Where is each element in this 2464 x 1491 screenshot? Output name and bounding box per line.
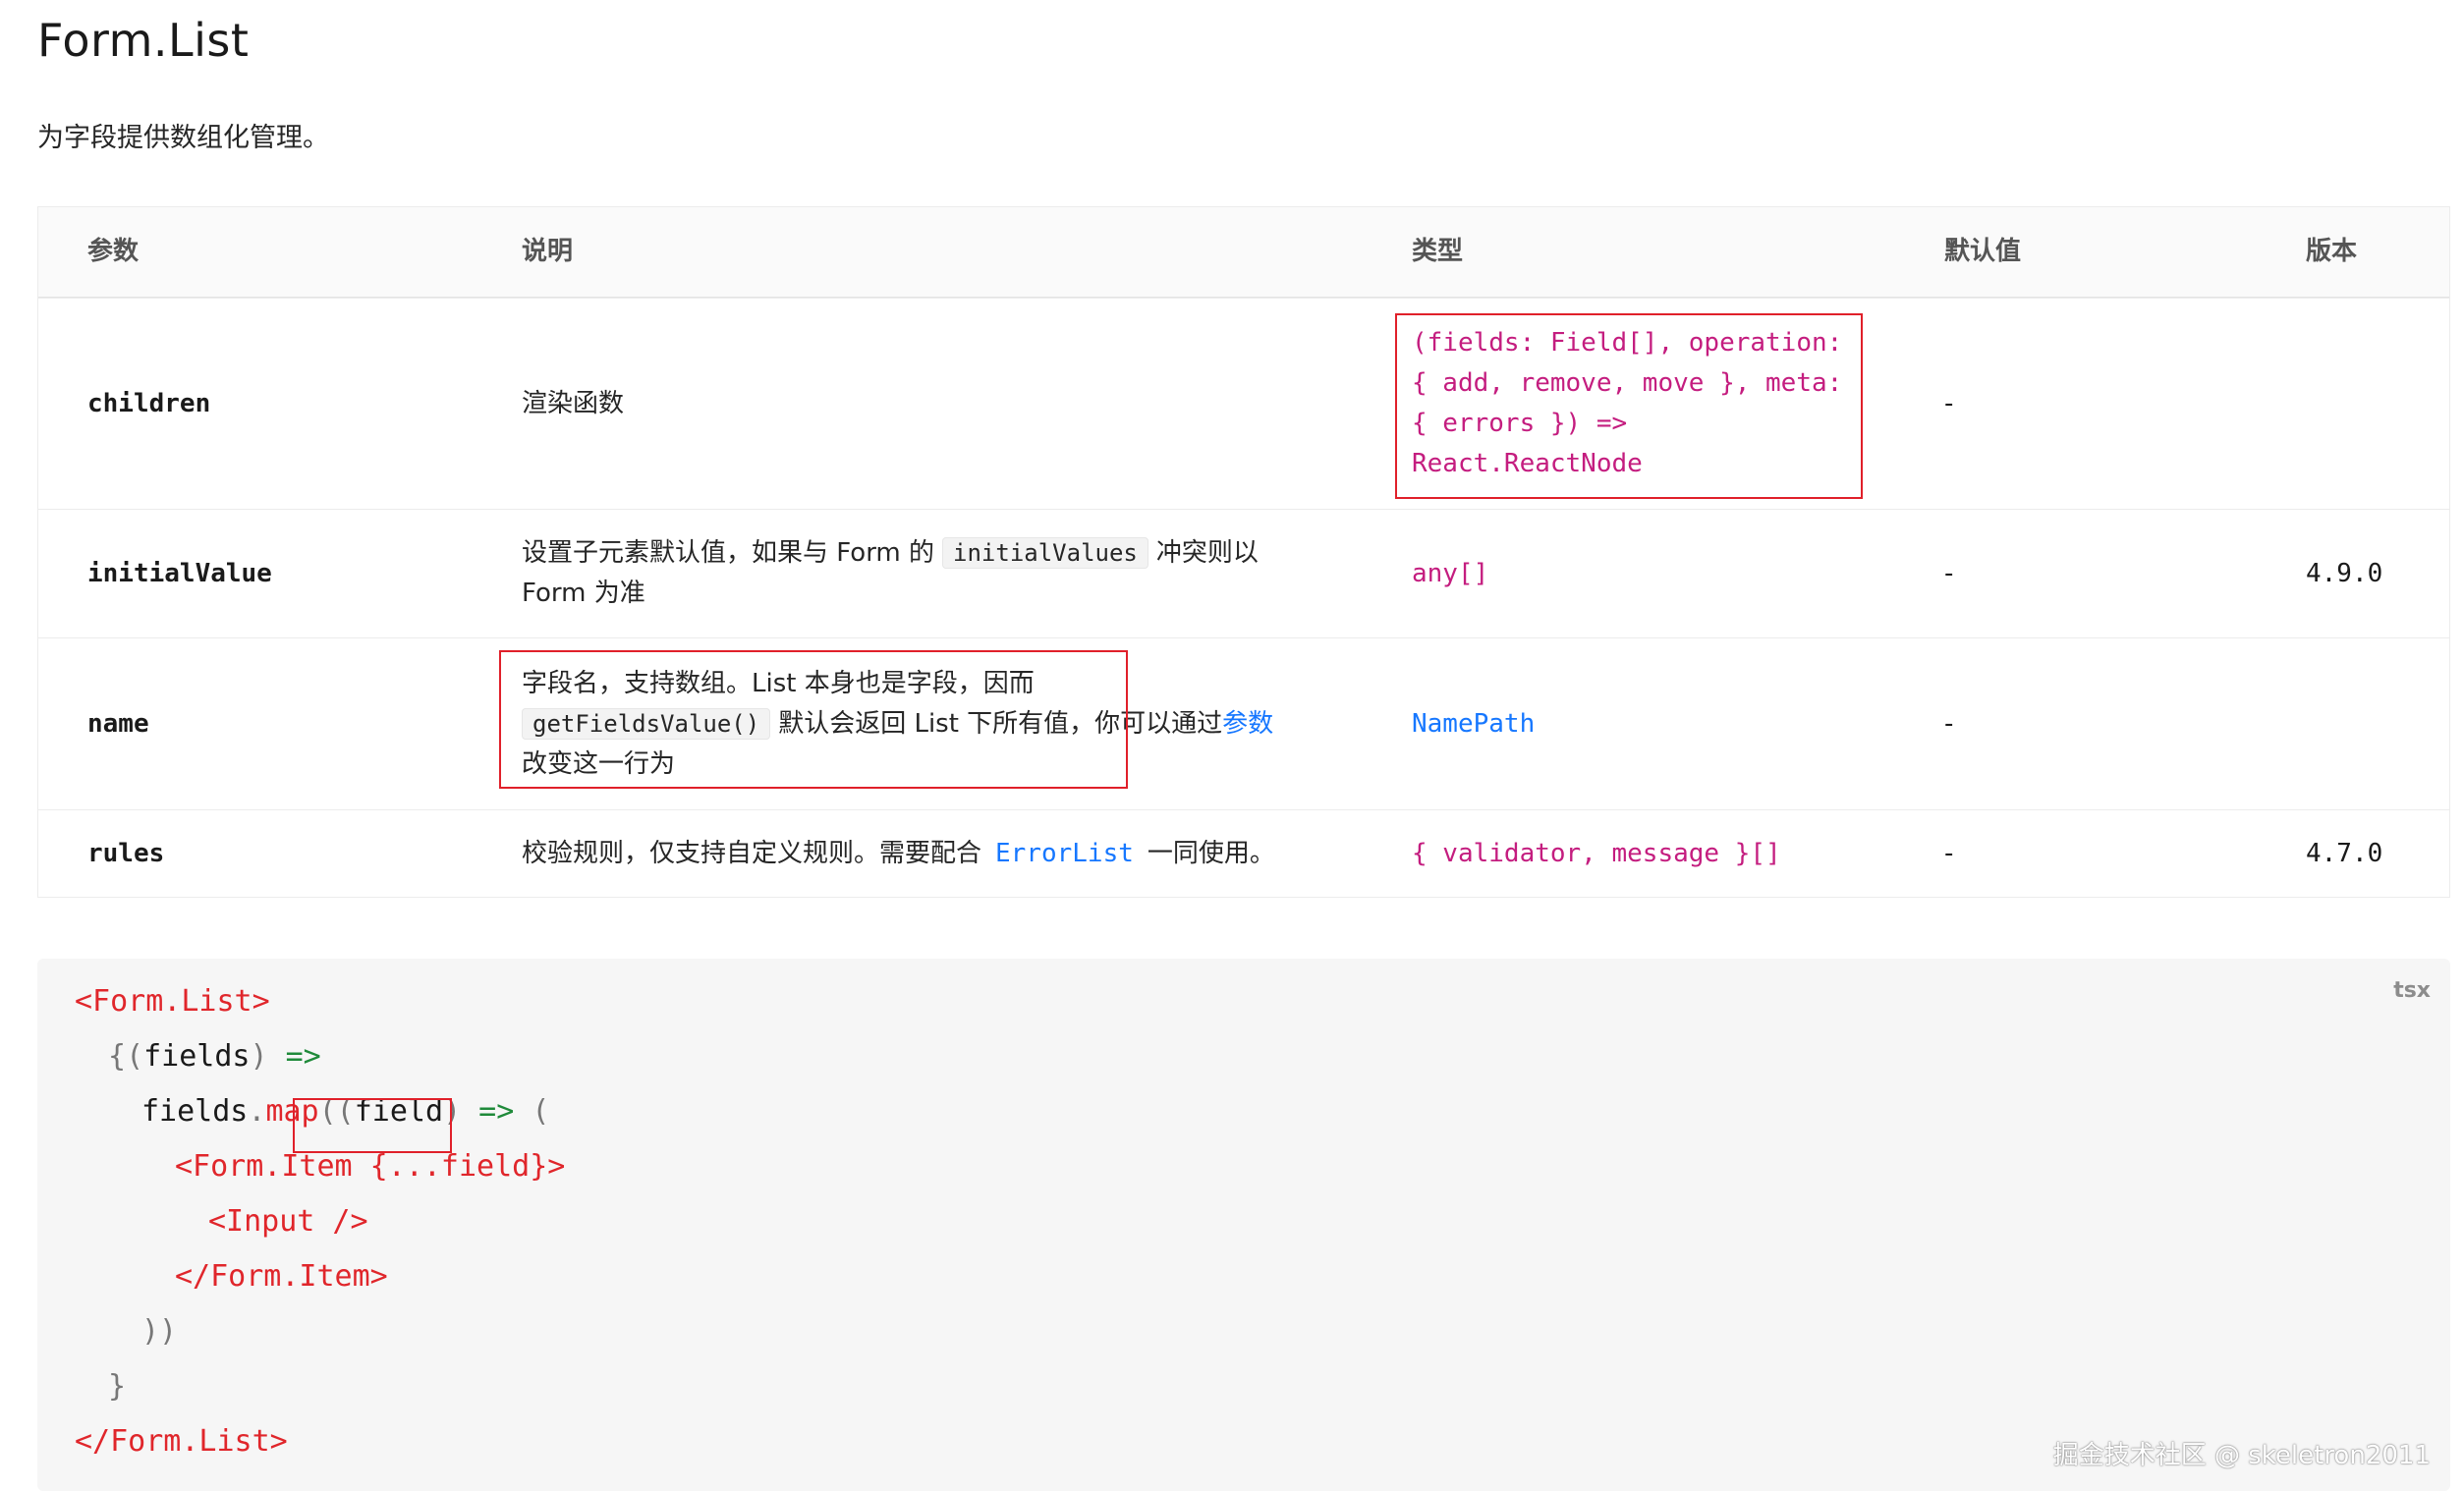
description-text: 改变这一行为: [522, 748, 676, 779]
version-value: 4.9.0: [2306, 558, 2383, 588]
type-line: { add, remove, move }, meta:: [1412, 368, 1843, 398]
type-value: any[]: [1412, 558, 1489, 588]
default-value: -: [1944, 838, 1954, 868]
inline-code: initialValues: [942, 537, 1148, 569]
code-line: }: [108, 1369, 127, 1404]
page-description: 为字段提供数组化管理。: [37, 123, 329, 153]
table-row: rules 校验规则，仅支持自定义规则。需要配合 ErrorList 一同使用。 {…: [38, 809, 2449, 897]
description-text: 冲突则以: [1155, 538, 1259, 568]
code-block: tsx <Form.List> {(fields) => fields.map(…: [37, 959, 2450, 1491]
type-value: { validator, message }[]: [1412, 838, 1781, 868]
header-default: 默认值: [1944, 237, 2022, 266]
param-description: 渲染函数: [522, 388, 625, 418]
code-line: )): [141, 1314, 178, 1349]
description-text: 默认会返回 List 下所有值，你可以通过: [778, 708, 1223, 739]
description-text: 字段名，支持数组。List 本身也是字段，因而: [522, 668, 1035, 698]
namepath-link[interactable]: NamePath: [1412, 704, 1535, 745]
errorlist-link[interactable]: ErrorList: [995, 834, 1134, 874]
table-row: name 字段名，支持数组。List 本身也是字段，因而 getFieldsVa…: [38, 637, 2449, 809]
inline-code: getFieldsValue(): [522, 707, 771, 740]
param-name: children: [87, 388, 211, 418]
default-value: -: [1944, 708, 1954, 739]
table-row: initialValue 设置子元素默认值，如果与 Form 的 initialV…: [38, 509, 2449, 637]
description-text: Form 为准: [522, 579, 645, 608]
api-table: 参数 说明 类型 默认值 版本 children 渲染函数 (fields: F…: [37, 206, 2450, 898]
default-value: -: [1944, 388, 1954, 418]
code-line: {(fields) =>: [108, 1039, 321, 1074]
param-name: rules: [87, 838, 165, 868]
header-type: 类型: [1412, 237, 1464, 266]
param-name: initialValue: [87, 558, 272, 588]
version-value: 4.7.0: [2306, 838, 2383, 868]
description-text: 设置子元素默认值，如果与 Form 的: [522, 538, 935, 568]
code-language-label: tsx: [2393, 978, 2431, 1003]
code-line: <Form.Item {...field}>: [175, 1149, 566, 1184]
code-line: </Form.List>: [75, 1424, 288, 1459]
type-line: (fields: Field[], operation:: [1412, 328, 1843, 358]
table-header-row: 参数 说明 类型 默认值 版本: [38, 207, 2449, 298]
default-value: -: [1944, 558, 1954, 588]
params-link[interactable]: 参数: [1222, 709, 1273, 739]
type-line: React.ReactNode: [1412, 449, 1643, 478]
code-line: </Form.Item>: [175, 1259, 388, 1294]
page-title: Form.List: [37, 14, 250, 67]
param-name: name: [87, 708, 149, 739]
description-text: 校验规则，仅支持自定义规则。需要配合: [522, 838, 982, 868]
description-text: 一同使用。: [1147, 838, 1275, 868]
header-version: 版本: [2306, 237, 2358, 266]
table-row: children 渲染函数 (fields: Field[], operatio…: [38, 298, 2449, 509]
type-line: { errors }) =>: [1412, 409, 1628, 438]
header-param: 参数: [87, 237, 140, 266]
header-description: 说明: [522, 237, 574, 266]
code-line: <Input />: [208, 1204, 368, 1239]
code-line: <Form.List>: [75, 984, 270, 1019]
watermark: 掘金技术社区 @ skeletron2011: [2052, 1441, 2431, 1470]
code-line: fields.map((field) => (: [141, 1094, 550, 1129]
